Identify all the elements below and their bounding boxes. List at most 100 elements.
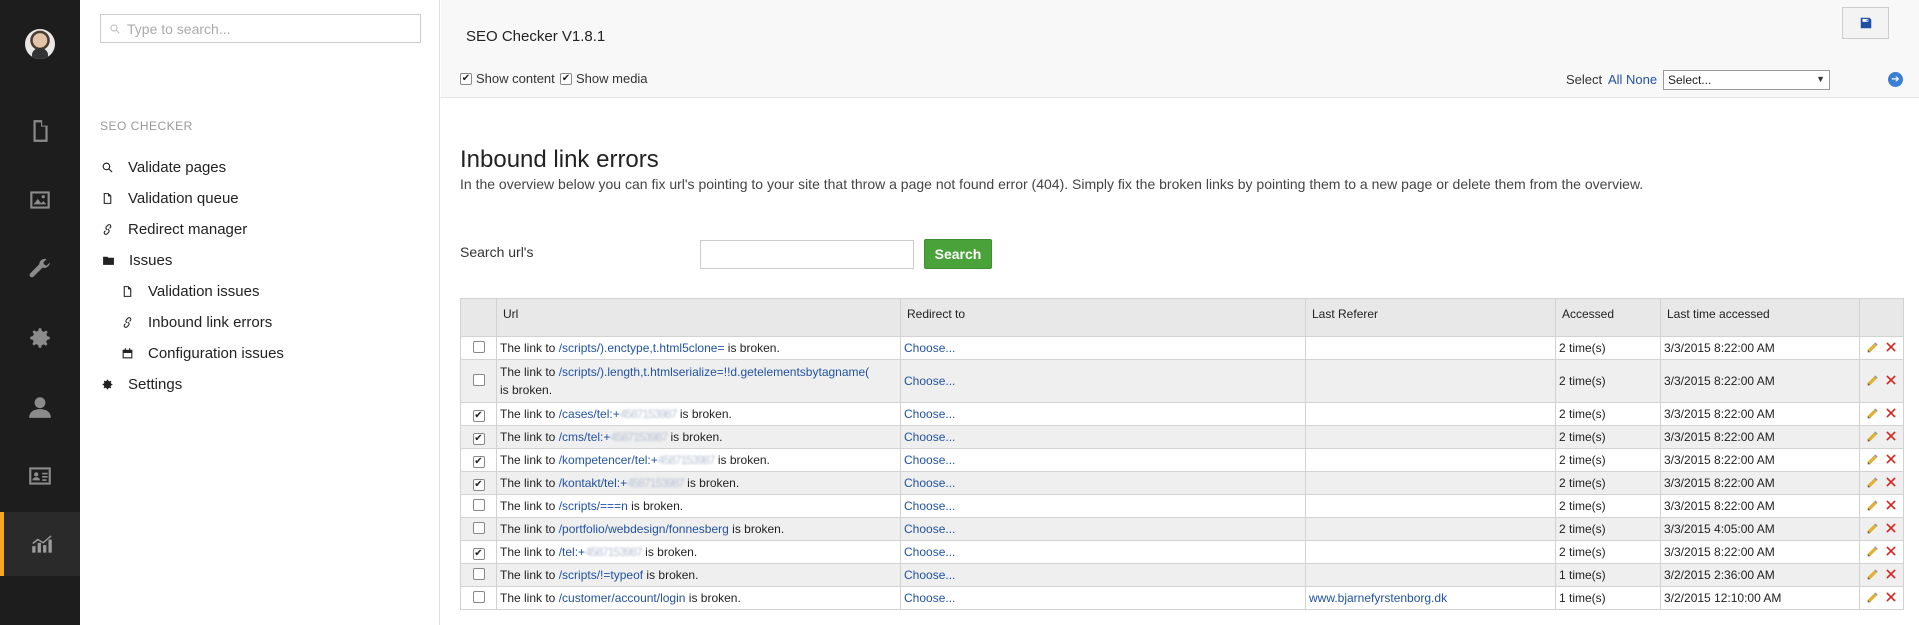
edit-pencil-icon[interactable] (1866, 429, 1880, 446)
edit-pencil-icon[interactable] (1866, 340, 1880, 357)
choose-redirect-link[interactable]: Choose... (904, 430, 955, 444)
delete-cross-icon[interactable] (1884, 521, 1898, 538)
delete-cross-icon[interactable] (1884, 373, 1898, 390)
row-checkbox[interactable] (472, 340, 485, 353)
show-content-toggle[interactable]: ✔ Show content (460, 71, 555, 86)
row-checkbox[interactable]: ✔ (472, 478, 485, 491)
broken-url-link[interactable]: /cms/tel:+ (559, 430, 611, 444)
tree-item-inbound-link-errors[interactable]: Inbound link errors (120, 311, 272, 333)
row-checkbox[interactable]: ✔ (472, 409, 485, 422)
go-arrow-icon[interactable]: ➔ (1888, 72, 1903, 87)
show-content-checkbox[interactable]: ✔ (460, 72, 472, 85)
row-checkbox[interactable] (472, 567, 485, 580)
bulk-action-select[interactable]: Select... (1663, 70, 1830, 90)
search-button[interactable]: Search (924, 239, 992, 269)
delete-cross-icon[interactable] (1884, 452, 1898, 469)
url-suffix: is broken. (683, 476, 740, 490)
tree-item-validation-issues[interactable]: Validation issues (120, 280, 259, 302)
tree-item-validate-pages[interactable]: Validate pages (100, 156, 226, 178)
broken-url-link[interactable]: /customer/account/login (559, 591, 686, 605)
analytics-chart-icon[interactable] (0, 512, 80, 576)
tree-search-box[interactable] (100, 14, 421, 43)
choose-redirect-link[interactable]: Choose... (904, 453, 955, 467)
column-header-accessed[interactable]: Accessed (1555, 298, 1661, 337)
edit-pencil-icon[interactable] (1866, 544, 1880, 561)
gear-icon[interactable] (0, 306, 80, 370)
referer-cell (1305, 448, 1556, 472)
media-section-icon[interactable] (0, 168, 80, 232)
delete-cross-icon[interactable] (1884, 406, 1898, 423)
broken-url-link[interactable]: /scripts/!=typeof (559, 568, 643, 582)
delete-cross-icon[interactable] (1884, 544, 1898, 561)
show-content-label: Show content (476, 71, 555, 86)
edit-pencil-icon[interactable] (1866, 475, 1880, 492)
choose-redirect-link[interactable]: Choose... (904, 545, 955, 559)
broken-url-link[interactable]: /kompetencer/tel:+ (559, 453, 658, 467)
tree-item-label: Inbound link errors (148, 313, 273, 331)
choose-redirect-link[interactable]: Choose... (904, 374, 955, 388)
row-checkbox[interactable] (472, 521, 485, 534)
tree-search-input[interactable] (127, 20, 407, 37)
url-cell: The link to /portfolio/webdesign/fonnesb… (496, 517, 901, 541)
delete-cross-icon[interactable] (1884, 567, 1898, 584)
select-all-link[interactable]: All (1608, 72, 1622, 87)
tree-item-issues[interactable]: Issues (101, 249, 172, 271)
column-header-last-accessed[interactable]: Last time accessed (1660, 298, 1860, 337)
tree-item-settings[interactable]: Settings (100, 373, 182, 395)
broken-url-link[interactable]: /tel:+ (559, 545, 585, 559)
edit-pencil-icon[interactable] (1866, 521, 1880, 538)
row-checkbox[interactable] (472, 373, 485, 386)
choose-redirect-link[interactable]: Choose... (904, 568, 955, 582)
delete-cross-icon[interactable] (1884, 475, 1898, 492)
save-button[interactable] (1842, 7, 1889, 39)
tree-item-configuration-issues[interactable]: Configuration issues (120, 342, 284, 364)
row-checkbox[interactable]: ✔ (472, 455, 485, 468)
choose-redirect-link[interactable]: Choose... (904, 476, 955, 490)
broken-url-link[interactable]: /portfolio/webdesign/fonnesberg (559, 522, 729, 536)
avatar[interactable] (25, 29, 55, 59)
content-section-icon[interactable] (0, 99, 80, 163)
choose-redirect-link[interactable]: Choose... (904, 499, 955, 513)
show-media-checkbox[interactable]: ✔ (560, 72, 572, 85)
delete-cross-icon[interactable] (1884, 429, 1898, 446)
row-checkbox[interactable] (472, 590, 485, 603)
edit-pencil-icon[interactable] (1866, 406, 1880, 423)
choose-redirect-link[interactable]: Choose... (904, 407, 955, 421)
edit-pencil-icon[interactable] (1866, 590, 1880, 607)
broken-url-link[interactable]: /kontakt/tel:+ (559, 476, 627, 490)
table-row: ✔ The link to /kontakt/tel:+4587153987 is… (460, 471, 1904, 495)
url-suffix: is broken. (685, 591, 741, 605)
column-header-redirect[interactable]: Redirect to (900, 298, 1306, 337)
broken-url-link[interactable]: /cases/tel:+ (559, 407, 620, 421)
tree-item-redirect-manager[interactable]: Redirect manager (100, 218, 247, 240)
broken-url-link[interactable]: /scripts/===n (559, 499, 628, 513)
tree-item-validation-queue[interactable]: Validation queue (100, 187, 239, 209)
edit-pencil-icon[interactable] (1866, 373, 1880, 390)
column-header-referer[interactable]: Last Referer (1305, 298, 1556, 337)
row-checkbox[interactable]: ✔ (472, 547, 485, 560)
delete-cross-icon[interactable] (1884, 590, 1898, 607)
column-header-url[interactable]: Url (496, 298, 901, 337)
row-checkbox[interactable] (472, 498, 485, 511)
broken-url-link[interactable]: /scripts/).length,t.htmlserialize=!!d.ge… (559, 365, 869, 379)
broken-url-link[interactable]: /scripts/).enctype,t.html5clone= (559, 341, 725, 355)
choose-redirect-link[interactable]: Choose... (904, 591, 955, 605)
choose-redirect-link[interactable]: Choose... (904, 341, 955, 355)
select-none-link[interactable]: None (1626, 72, 1657, 87)
members-card-icon[interactable] (0, 444, 80, 508)
edit-pencil-icon[interactable] (1866, 567, 1880, 584)
show-media-toggle[interactable]: ✔ Show media (560, 71, 648, 86)
edit-pencil-icon[interactable] (1866, 498, 1880, 515)
tree-item-label: Issues (129, 251, 173, 269)
choose-redirect-link[interactable]: Choose... (904, 522, 955, 536)
row-actions-cell (1859, 586, 1904, 610)
edit-pencil-icon[interactable] (1866, 452, 1880, 469)
delete-cross-icon[interactable] (1884, 340, 1898, 357)
user-icon[interactable] (0, 375, 80, 439)
row-checkbox[interactable]: ✔ (472, 432, 485, 445)
row-actions-cell (1859, 425, 1904, 449)
wrench-icon[interactable] (0, 237, 80, 301)
referer-link[interactable]: www.bjarnefyrstenborg.dk (1309, 591, 1447, 605)
search-url-input[interactable] (700, 240, 914, 269)
delete-cross-icon[interactable] (1884, 498, 1898, 515)
